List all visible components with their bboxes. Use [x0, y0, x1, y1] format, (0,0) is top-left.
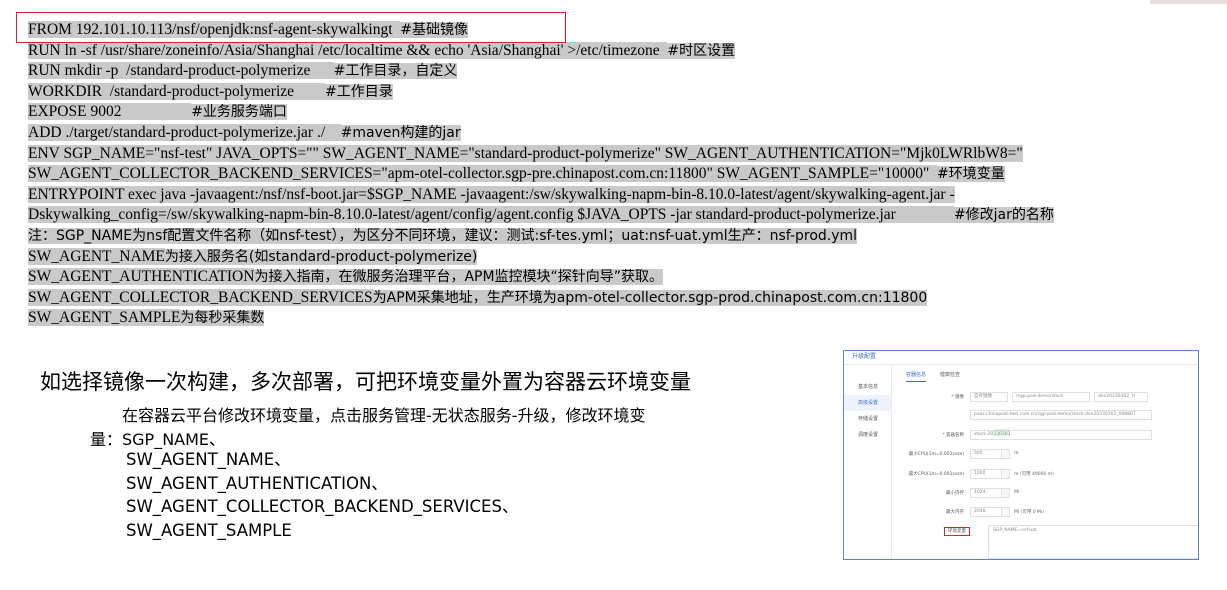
max-cpu-stepper[interactable] [1002, 468, 1010, 479]
max-cpu-label: 最大CPU(1m=0.001core) [908, 471, 964, 477]
code-line: RUN mkdir -p /standard-product-polymeriz… [28, 61, 1054, 82]
image-tag-select[interactable]: dev20230302_H [1094, 391, 1148, 402]
code-comment: 注：SGP_NAME为nsf配置文件名称（如nsf-test），为区分不同环境，… [28, 227, 858, 244]
corner-decoration [1150, 0, 1227, 4]
min-memory-row: 最小内存 1024 Mi [904, 487, 1158, 498]
code-comment: #修改jar的名称 [953, 207, 1054, 224]
min-cpu-unit: m [1014, 451, 1019, 456]
min-cpu-label: 最小CPU(1m=0.001core) [908, 451, 964, 457]
explanation-subtitle-cont: 量：SGP_NAME、 [90, 430, 226, 449]
min-cpu-input[interactable]: 500 [970, 448, 1002, 459]
min-memory-input[interactable]: 1024 [970, 487, 1002, 498]
code-comment: #业务服务端口 [191, 104, 287, 121]
explanation-title: 如选择镜像一次构建，多次部署，可把环境变量外置为容器云环境变量 [40, 370, 691, 394]
min-cpu-row: 最小CPU(1m=0.001core) 500 m [904, 448, 1158, 459]
image-path-field: paas.chinapost-test.com.cn/sgp-pod-demo/… [970, 409, 1152, 420]
code-line: SW_AGENT_SAMPLE为每秒采集数 [28, 308, 1054, 329]
dockerfile-code-block: FROM 192.101.10.113/nsf/openjdk:nsf-agen… [28, 20, 1054, 329]
code-text: RUN ln -sf /usr/share/zoneinfo/Asia/Shan… [28, 41, 668, 59]
container-name-row: * 容器名称 stock-20230303 [904, 429, 1158, 440]
explanation-block: 如选择镜像一次构建，多次部署，可把环境变量外置为容器云环境变量 在容器云平台修改… [40, 366, 691, 540]
code-comment: 为每秒采集数 [180, 310, 265, 327]
sidebar-item-schedule[interactable]: 调度设置 [844, 427, 891, 443]
image-name-select[interactable]: /sgp-pod-demo/stock [1012, 391, 1090, 402]
max-memory-input[interactable]: 2048 [970, 506, 1002, 517]
code-line: ADD ./target/standard-product-polymerize… [28, 123, 1054, 144]
env-var-textarea[interactable]: SGP_NAME=nsf-uat [988, 525, 1198, 559]
explanation-subtitle: 在容器云平台修改环境变量，点击服务管理-无状态服务-升级，修改环境变 [122, 406, 646, 425]
max-memory-row: 最大内存 2048 Mi (可用 0 Mi) [904, 506, 1158, 517]
code-line: ENV SGP_NAME="nsf-test" JAVA_OPTS="" SW_… [28, 144, 1054, 165]
tab-container-info[interactable]: 容器信息 [906, 371, 927, 382]
max-memory-label: 最大内存 [946, 509, 964, 515]
sidebar-item-storage[interactable]: 存储设置 [844, 411, 891, 427]
tab-health-check[interactable]: 健康检查 [940, 371, 960, 382]
max-cpu-input[interactable]: 1000 [970, 468, 1002, 479]
env-var-item: SW_AGENT_SAMPLE [126, 520, 292, 540]
min-memory-label: 最小内存 [946, 490, 964, 496]
code-text: ENTRYPOINT exec java -javaagent:/nsf/nsf… [28, 185, 955, 203]
code-text: ADD ./target/standard-product-polymerize… [28, 123, 341, 141]
code-line: SW_AGENT_NAME为接入服务名(如standard-product-po… [28, 247, 1054, 268]
code-text: SW_AGENT_COLLECTOR_BACKEND_SERVICES="apm… [28, 165, 938, 183]
code-comment: #时区设置 [667, 42, 736, 59]
env-var-label: 环境变量 [944, 526, 970, 536]
panel-tabs: 容器信息 健康检查 [906, 371, 960, 382]
code-comment: #工作目录 [325, 83, 393, 100]
env-var-list: SW_AGENT_NAME、 SW_AGENT_AUTHENTICATION、 … [126, 448, 518, 542]
code-comment: 为接入服务名(如standard-product-polymerize) [164, 248, 478, 265]
code-text: ENV SGP_NAME="nsf-test" JAVA_OPTS="" SW_… [28, 144, 1023, 162]
code-line: Dskywalking_config=/sw/skywalking-napm-b… [28, 205, 1054, 226]
code-text: SW_AGENT_AUTHENTICATION [28, 268, 255, 286]
code-comment: 为APM采集地址，生产环境为apm-otel-collector.sgp-pro… [372, 289, 928, 306]
max-cpu-unit: m (可用 49000 m) [1014, 471, 1054, 477]
code-text: Dskywalking_config=/sw/skywalking-napm-b… [28, 206, 954, 224]
from-line-highlight-box [16, 12, 566, 43]
container-name-label: * 容器名称 [942, 432, 964, 438]
code-text: RUN mkdir -p /standard-product-polymeriz… [28, 62, 334, 80]
env-var-item: SW_AGENT_AUTHENTICATION、 [126, 473, 388, 493]
code-line: ENTRYPOINT exec java -javaagent:/nsf/nsf… [28, 185, 1054, 206]
code-line: 注：SGP_NAME为nsf配置文件名称（如nsf-test），为区分不同环境，… [28, 226, 1054, 247]
env-var-item: SW_AGENT_NAME、 [126, 450, 291, 469]
code-comment: #maven构建的jar [340, 124, 461, 141]
sidebar-item-basic[interactable]: 基本信息 [844, 379, 891, 395]
code-line: RUN ln -sf /usr/share/zoneinfo/Asia/Shan… [28, 41, 1054, 62]
env-var-item: SW_AGENT_COLLECTOR_BACKEND_SERVICES、 [126, 497, 519, 516]
image-source-select[interactable]: 自有镜像 [970, 391, 1008, 402]
min-memory-stepper[interactable] [1002, 487, 1010, 498]
image-row: * 镜像 自有镜像 /sgp-pod-demo/stock dev2023030… [904, 391, 1158, 402]
code-line: SW_AGENT_COLLECTOR_BACKEND_SERVICES为APM采… [28, 288, 1054, 309]
code-line: EXPOSE 9002 #业务服务端口 [28, 102, 1054, 123]
max-memory-stepper[interactable] [1002, 506, 1010, 517]
code-text: SW_AGENT_SAMPLE [28, 309, 181, 327]
max-cpu-row: 最大CPU(1m=0.001core) 1000 m (可用 49000 m) [904, 468, 1158, 479]
image-label: * 镜像 [951, 394, 964, 400]
code-line: WORKDIR /standard-product-polymerize #工作… [28, 82, 1054, 103]
code-text: WORKDIR /standard-product-polymerize [28, 82, 326, 100]
upgrade-config-screenshot: 升级配置 基本信息 高级设置 存储设置 调度设置 容器信息 健康检查 * 镜像 … [843, 350, 1199, 560]
sidebar-item-advanced[interactable]: 高级设置 [844, 395, 891, 411]
code-text: SW_AGENT_NAME [28, 247, 165, 265]
panel-sidebar: 基本信息 高级设置 存储设置 调度设置 [844, 365, 892, 559]
code-comment: 为接入指南，在微服务治理平台，APM监控模块“探针向导”获取。 [254, 269, 664, 286]
code-text: EXPOSE 9002 [28, 103, 192, 121]
panel-header: 升级配置 [844, 351, 1198, 365]
watermark: ▒▒▒ [994, 429, 1011, 437]
code-comment: #环境变量 [937, 166, 1005, 183]
max-memory-unit: Mi (可用 0 Mi) [1014, 509, 1044, 515]
image-path-row: paas.chinapost-test.com.cn/sgp-pod-demo/… [904, 409, 1158, 420]
code-line: SW_AGENT_AUTHENTICATION为接入指南，在微服务治理平台，AP… [28, 267, 1054, 288]
code-text: SW_AGENT_COLLECTOR_BACKEND_SERVICES [28, 288, 373, 306]
code-comment: #工作目录，自定义 [333, 63, 458, 80]
code-line: SW_AGENT_COLLECTOR_BACKEND_SERVICES="apm… [28, 164, 1054, 185]
min-cpu-stepper[interactable] [1002, 448, 1010, 459]
min-memory-unit: Mi [1014, 490, 1020, 495]
